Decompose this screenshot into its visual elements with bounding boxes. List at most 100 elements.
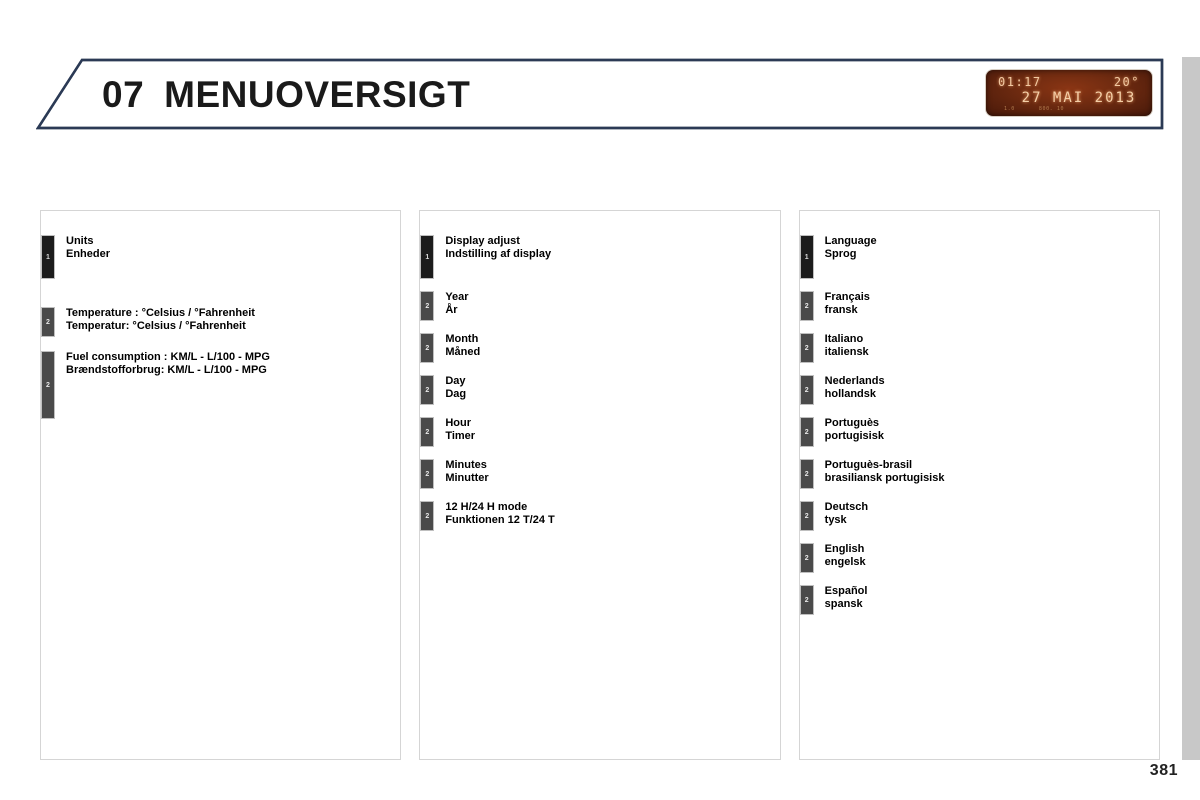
language-panel: 1 Language Sprog 2 Français fransk 2 Italiano it… — [798, 210, 1160, 760]
menu-label-english: Hour — [445, 417, 471, 429]
menu-item-labels: Temperature : °Celsius / °Fahrenheit Temp… — [55, 307, 255, 333]
menu-item-labels: Year År — [434, 291, 468, 317]
menu-label-danish: brasiliansk portugisisk — [824, 471, 945, 484]
menu-label-danish: Måned — [445, 345, 481, 358]
chapter-number: 07 — [102, 74, 145, 115]
menu-label-danish: portugisisk — [824, 429, 884, 442]
menu-item-labels: Français fransk — [814, 291, 870, 317]
menu-label-english: Month — [445, 333, 479, 345]
menu-item[interactable]: 2 Portuguès-brasil brasiliansk portugisisk — [799, 459, 1159, 489]
page-title: 07 MENUOVERSIGT — [102, 70, 470, 120]
menu-level-bar: 2 — [41, 351, 55, 419]
menu-item-labels: Deutsch tysk — [814, 501, 868, 527]
menu-item[interactable]: 2 Hour Timer — [420, 417, 779, 447]
menu-item[interactable]: 1 Units Enheder — [41, 235, 400, 279]
menu-label-english: Portuguès — [824, 417, 880, 429]
menu-label-english: Fuel consumption : KM/L - L/100 - MPG — [66, 351, 270, 363]
menu-item[interactable]: 1 Language Sprog — [799, 235, 1159, 279]
menu-label-danish: Brændstofforbrug: KM/L - L/100 - MPG — [66, 363, 267, 376]
menu-label-english: Español — [824, 585, 868, 597]
lcd-sub-row: 1.0 800. 10 — [1004, 106, 1124, 112]
menu-item-labels: Hour Timer — [434, 417, 475, 443]
menu-item-labels: Portuguès-brasil brasiliansk portugisisk — [814, 459, 945, 485]
menu-item-labels: Español spansk — [814, 585, 868, 611]
menu-level-bar: 2 — [799, 585, 814, 615]
menu-item-labels: Italiano italiensk — [814, 333, 869, 359]
menu-label-danish: Temperatur: °Celsius / °Fahrenheit — [66, 319, 246, 332]
lcd-temperature-value: 20° — [1113, 75, 1140, 89]
menu-item[interactable]: 2 Italiano italiensk — [799, 333, 1159, 363]
menu-item-labels: Month Måned — [434, 333, 480, 359]
menu-level-bar: 2 — [420, 375, 435, 405]
menu-level-bar: 2 — [799, 501, 814, 531]
menu-level-bar: 1 — [41, 235, 55, 279]
menu-label-english: Minutes — [445, 459, 487, 471]
menu-level-bar: 2 — [799, 333, 814, 363]
menu-level-bar: 2 — [41, 307, 55, 337]
menu-item-labels: Language Sprog — [814, 235, 877, 261]
menu-label-danish: Indstilling af display — [445, 247, 552, 260]
lcd-clock-value: 01:17 — [998, 75, 1042, 89]
menu-item-labels: Portuguès portugisisk — [814, 417, 884, 443]
menu-label-english: Units — [66, 235, 94, 247]
lcd-sub-left: 1.0 — [1004, 106, 1015, 112]
menu-label-english: 12 H/24 H mode — [445, 501, 528, 513]
menu-level-bar: 2 — [420, 333, 435, 363]
menu-label-danish: Dag — [445, 387, 467, 400]
menu-label-danish: engelsk — [824, 555, 866, 568]
chapter-title-text: MENUOVERSIGT — [164, 74, 471, 115]
menu-item-labels: Minutes Minutter — [434, 459, 488, 485]
menu-label-danish: Enheder — [66, 247, 111, 260]
lcd-sub-right: 800. 10 — [1038, 106, 1065, 112]
menu-label-danish: italiensk — [824, 345, 869, 358]
menu-item[interactable]: 2 English engelsk — [799, 543, 1159, 573]
menu-item[interactable]: 2 Portuguès portugisisk — [799, 417, 1159, 447]
menu-label-danish: Sprog — [824, 247, 857, 260]
menu-item[interactable]: 2 Français fransk — [799, 291, 1159, 321]
menu-item[interactable]: 2 Deutsch tysk — [799, 501, 1159, 531]
menu-item-labels: Nederlands hollandsk — [814, 375, 885, 401]
menu-label-english: Italiano — [824, 333, 864, 345]
units-panel: 1 Units Enheder 2 Temperature : °Celsius / °… — [40, 210, 402, 760]
menu-item[interactable]: 2 Temperature : °Celsius / °Fahrenheit Tem… — [41, 307, 400, 337]
menu-level-bar: 2 — [420, 459, 435, 489]
menu-level-bar: 1 — [799, 235, 814, 279]
menu-item[interactable]: 1 Display adjust Indstilling af display — [420, 235, 779, 279]
lcd-date-value: 27 MAI 2013 — [1021, 90, 1137, 106]
menu-label-english: Deutsch — [824, 501, 869, 513]
menu-item[interactable]: 2 12 H/24 H mode Funktionen 12 T/24 T — [420, 501, 779, 531]
menu-label-english: Language — [824, 235, 877, 247]
menu-label-danish: hollandsk — [824, 387, 876, 400]
menu-label-danish: Timer — [445, 429, 476, 442]
instrument-display-graphic: 01:17 20° 27 MAI 2013 1.0 800. 10 — [986, 70, 1152, 116]
menu-label-english: Year — [445, 291, 469, 303]
display-adjust-panel: 1 Display adjust Indstilling af display 2 Ye… — [419, 210, 781, 760]
menu-level-bar: 2 — [799, 375, 814, 405]
menu-label-english: Display adjust — [445, 235, 520, 247]
menu-label-english: Day — [445, 375, 466, 387]
menu-level-bar: 2 — [799, 417, 814, 447]
menu-label-danish: Funktionen 12 T/24 T — [445, 513, 555, 526]
menu-label-danish: tysk — [824, 513, 847, 526]
menu-item[interactable]: 2 Fuel consumption : KM/L - L/100 - MPG Br… — [41, 351, 400, 419]
menu-item[interactable]: 2 Year År — [420, 291, 779, 321]
menu-item[interactable]: 2 Month Måned — [420, 333, 779, 363]
menu-level-bar: 2 — [799, 459, 814, 489]
menu-level-bar: 2 — [799, 543, 814, 573]
menu-label-danish: Minutter — [445, 471, 489, 484]
menu-label-danish: fransk — [824, 303, 858, 316]
lcd-top-row: 01:17 20° — [986, 75, 1152, 89]
menu-label-english: Français — [824, 291, 870, 303]
menu-level-bar: 2 — [420, 501, 435, 531]
menu-item[interactable]: 2 Nederlands hollandsk — [799, 375, 1159, 405]
menu-item[interactable]: 2 Español spansk — [799, 585, 1159, 615]
menu-label-danish: spansk — [824, 597, 863, 610]
menu-item-labels: English engelsk — [814, 543, 866, 569]
page-edge-strip — [1182, 57, 1200, 760]
menu-level-bar: 2 — [420, 291, 435, 321]
menu-item-labels: Units Enheder — [55, 235, 110, 261]
menu-item[interactable]: 2 Minutes Minutter — [420, 459, 779, 489]
menu-item[interactable]: 2 Day Dag — [420, 375, 779, 405]
menu-level-bar: 1 — [420, 235, 435, 279]
menu-item-labels: Day Dag — [434, 375, 466, 401]
